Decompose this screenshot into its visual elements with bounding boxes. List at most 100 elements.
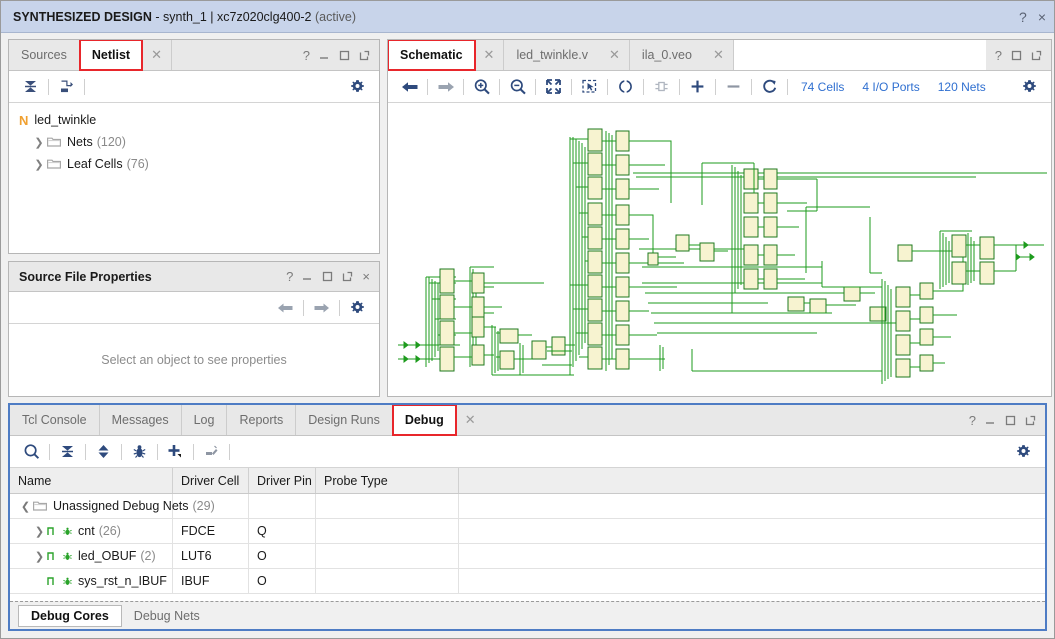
nets-count-link[interactable]: 120 Nets: [929, 80, 995, 94]
minimize-icon[interactable]: [319, 50, 330, 61]
highlight-icon[interactable]: [612, 75, 639, 98]
expand-branch-icon[interactable]: [53, 75, 80, 98]
refresh-icon[interactable]: [756, 75, 783, 98]
schematic-drawing: .w { stroke:#1d9b1d; stroke-width:1; fil…: [398, 128, 1047, 384]
zoom-out-icon[interactable]: [504, 75, 531, 98]
table-row[interactable]: ❮ Unassigned Debug Nets (29): [10, 494, 1045, 519]
cell-name: ❯ cnt (26): [10, 519, 173, 543]
add-plus-icon[interactable]: [162, 440, 189, 463]
settings-gear-icon[interactable]: [344, 296, 371, 319]
tree-item-nets[interactable]: ❯ Nets (120): [9, 131, 379, 153]
float-icon[interactable]: [1025, 415, 1036, 426]
help-icon[interactable]: ?: [286, 270, 293, 283]
debug-panel: Tcl Console Messages Log Reports Design …: [8, 403, 1047, 631]
search-icon[interactable]: [18, 440, 45, 463]
expand-plus-icon[interactable]: [684, 75, 711, 98]
subtab-debug-nets[interactable]: Debug Nets: [122, 606, 212, 626]
lower-region: Tcl Console Messages Log Reports Design …: [8, 403, 1047, 631]
settings-gear-icon[interactable]: [1010, 440, 1037, 463]
tab-netlist[interactable]: Netlist: [78, 40, 144, 71]
table-empty-space: [10, 594, 1045, 601]
properties-panel-controls: ? ×: [277, 270, 379, 283]
toolbar-separator: [463, 78, 464, 95]
back-arrow-icon[interactable]: [396, 75, 423, 98]
help-icon[interactable]: ?: [303, 49, 310, 62]
maximize-icon[interactable]: [322, 271, 333, 282]
tab-close-icon[interactable]: ✕: [475, 40, 505, 70]
close-icon[interactable]: ×: [1038, 10, 1046, 24]
forward-arrow-icon[interactable]: [308, 296, 335, 319]
chevron-right-icon[interactable]: ❯: [31, 136, 47, 149]
row-label: Unassigned Debug Nets: [53, 499, 189, 513]
maximize-icon[interactable]: [1011, 50, 1022, 61]
schematic-canvas[interactable]: .w { stroke:#1d9b1d; stroke-width:1; fil…: [388, 103, 1051, 396]
float-icon[interactable]: [1031, 50, 1042, 61]
minimize-icon[interactable]: [302, 271, 313, 282]
chevron-right-icon[interactable]: ❯: [32, 550, 47, 563]
tab-close-icon[interactable]: ✕: [456, 405, 485, 435]
schematic-panel-controls: ?: [986, 40, 1051, 70]
help-icon[interactable]: ?: [969, 414, 976, 427]
column-header-driver-cell[interactable]: Driver Cell: [173, 468, 249, 493]
help-icon[interactable]: ?: [1019, 10, 1027, 24]
tab-schematic[interactable]: Schematic: [388, 40, 476, 71]
collapse-all-icon[interactable]: [17, 75, 44, 98]
float-icon[interactable]: [359, 50, 370, 61]
create-debug-core-icon[interactable]: [198, 440, 225, 463]
net-signal-icon: [47, 550, 59, 562]
tab-led-twinkle-v[interactable]: led_twinkle.v: [504, 40, 600, 70]
netlist-toolbar: [9, 71, 379, 103]
expand-collapse-icon[interactable]: [90, 440, 117, 463]
pin-icon[interactable]: [648, 75, 675, 98]
maximize-icon[interactable]: [1005, 415, 1016, 426]
table-row[interactable]: ❯ led_OBUF (2) LUT6 O: [10, 544, 1045, 569]
tab-sources[interactable]: Sources: [9, 40, 80, 70]
cell-probe-type: [316, 569, 459, 593]
tab-close-icon[interactable]: ✕: [142, 40, 172, 70]
collapse-minus-icon[interactable]: [720, 75, 747, 98]
tab-log[interactable]: Log: [182, 405, 228, 435]
tab-close-icon[interactable]: ✕: [704, 40, 733, 70]
settings-gear-icon[interactable]: [344, 75, 371, 98]
column-header-driver-pin[interactable]: Driver Pin: [249, 468, 316, 493]
settings-gear-icon[interactable]: [1016, 75, 1043, 98]
tree-item-module[interactable]: N led_twinkle: [9, 109, 379, 131]
back-arrow-icon[interactable]: [272, 296, 299, 319]
help-icon[interactable]: ?: [995, 49, 1002, 62]
column-header-name[interactable]: Name: [10, 468, 173, 493]
maximize-icon[interactable]: [339, 50, 350, 61]
tab-ila-0-veo[interactable]: ila_0.veo: [630, 40, 704, 70]
subtab-debug-cores[interactable]: Debug Cores: [18, 604, 122, 627]
chevron-down-icon[interactable]: ❮: [18, 500, 33, 513]
tab-debug[interactable]: Debug: [391, 405, 457, 436]
forward-arrow-icon[interactable]: [432, 75, 459, 98]
debug-bug-icon[interactable]: [126, 440, 153, 463]
column-header-probe-type[interactable]: Probe Type: [316, 468, 459, 493]
chevron-right-icon[interactable]: ❯: [31, 158, 47, 171]
zoom-fit-icon[interactable]: [540, 75, 567, 98]
toolbar-separator: [84, 78, 85, 95]
tab-tcl-console[interactable]: Tcl Console: [10, 405, 100, 435]
tab-close-icon[interactable]: ✕: [600, 40, 630, 70]
tab-reports[interactable]: Reports: [227, 405, 297, 435]
toolbar-separator: [193, 443, 194, 460]
tree-item-leaf-cells[interactable]: ❯ Leaf Cells (76): [9, 153, 379, 175]
collapse-all-icon[interactable]: [54, 440, 81, 463]
float-icon[interactable]: [342, 271, 353, 282]
toolbar-separator: [499, 78, 500, 95]
netlist-tree[interactable]: N led_twinkle ❯ Nets (120) ❯ Leaf Cells …: [9, 103, 379, 253]
zoom-in-icon[interactable]: [468, 75, 495, 98]
schematic-panel: Schematic ✕ led_twinkle.v ✕ ila_0.veo ✕ …: [387, 39, 1052, 397]
zoom-area-icon[interactable]: [576, 75, 603, 98]
chevron-right-icon[interactable]: ❯: [32, 525, 47, 538]
tab-messages[interactable]: Messages: [100, 405, 182, 435]
table-row[interactable]: ❯ cnt (26) FDCE Q: [10, 519, 1045, 544]
tab-design-runs[interactable]: Design Runs: [296, 405, 393, 435]
minimize-icon[interactable]: [985, 415, 996, 426]
close-icon[interactable]: ×: [362, 270, 370, 283]
schematic-tabstrip: Schematic ✕ led_twinkle.v ✕ ila_0.veo ✕ …: [388, 40, 1051, 71]
table-row[interactable]: sys_rst_n_IBUF IBUF O: [10, 569, 1045, 594]
io-ports-count-link[interactable]: 4 I/O Ports: [853, 80, 928, 94]
cell-name: ❮ Unassigned Debug Nets (29): [10, 494, 215, 518]
cells-count-link[interactable]: 74 Cells: [792, 80, 853, 94]
